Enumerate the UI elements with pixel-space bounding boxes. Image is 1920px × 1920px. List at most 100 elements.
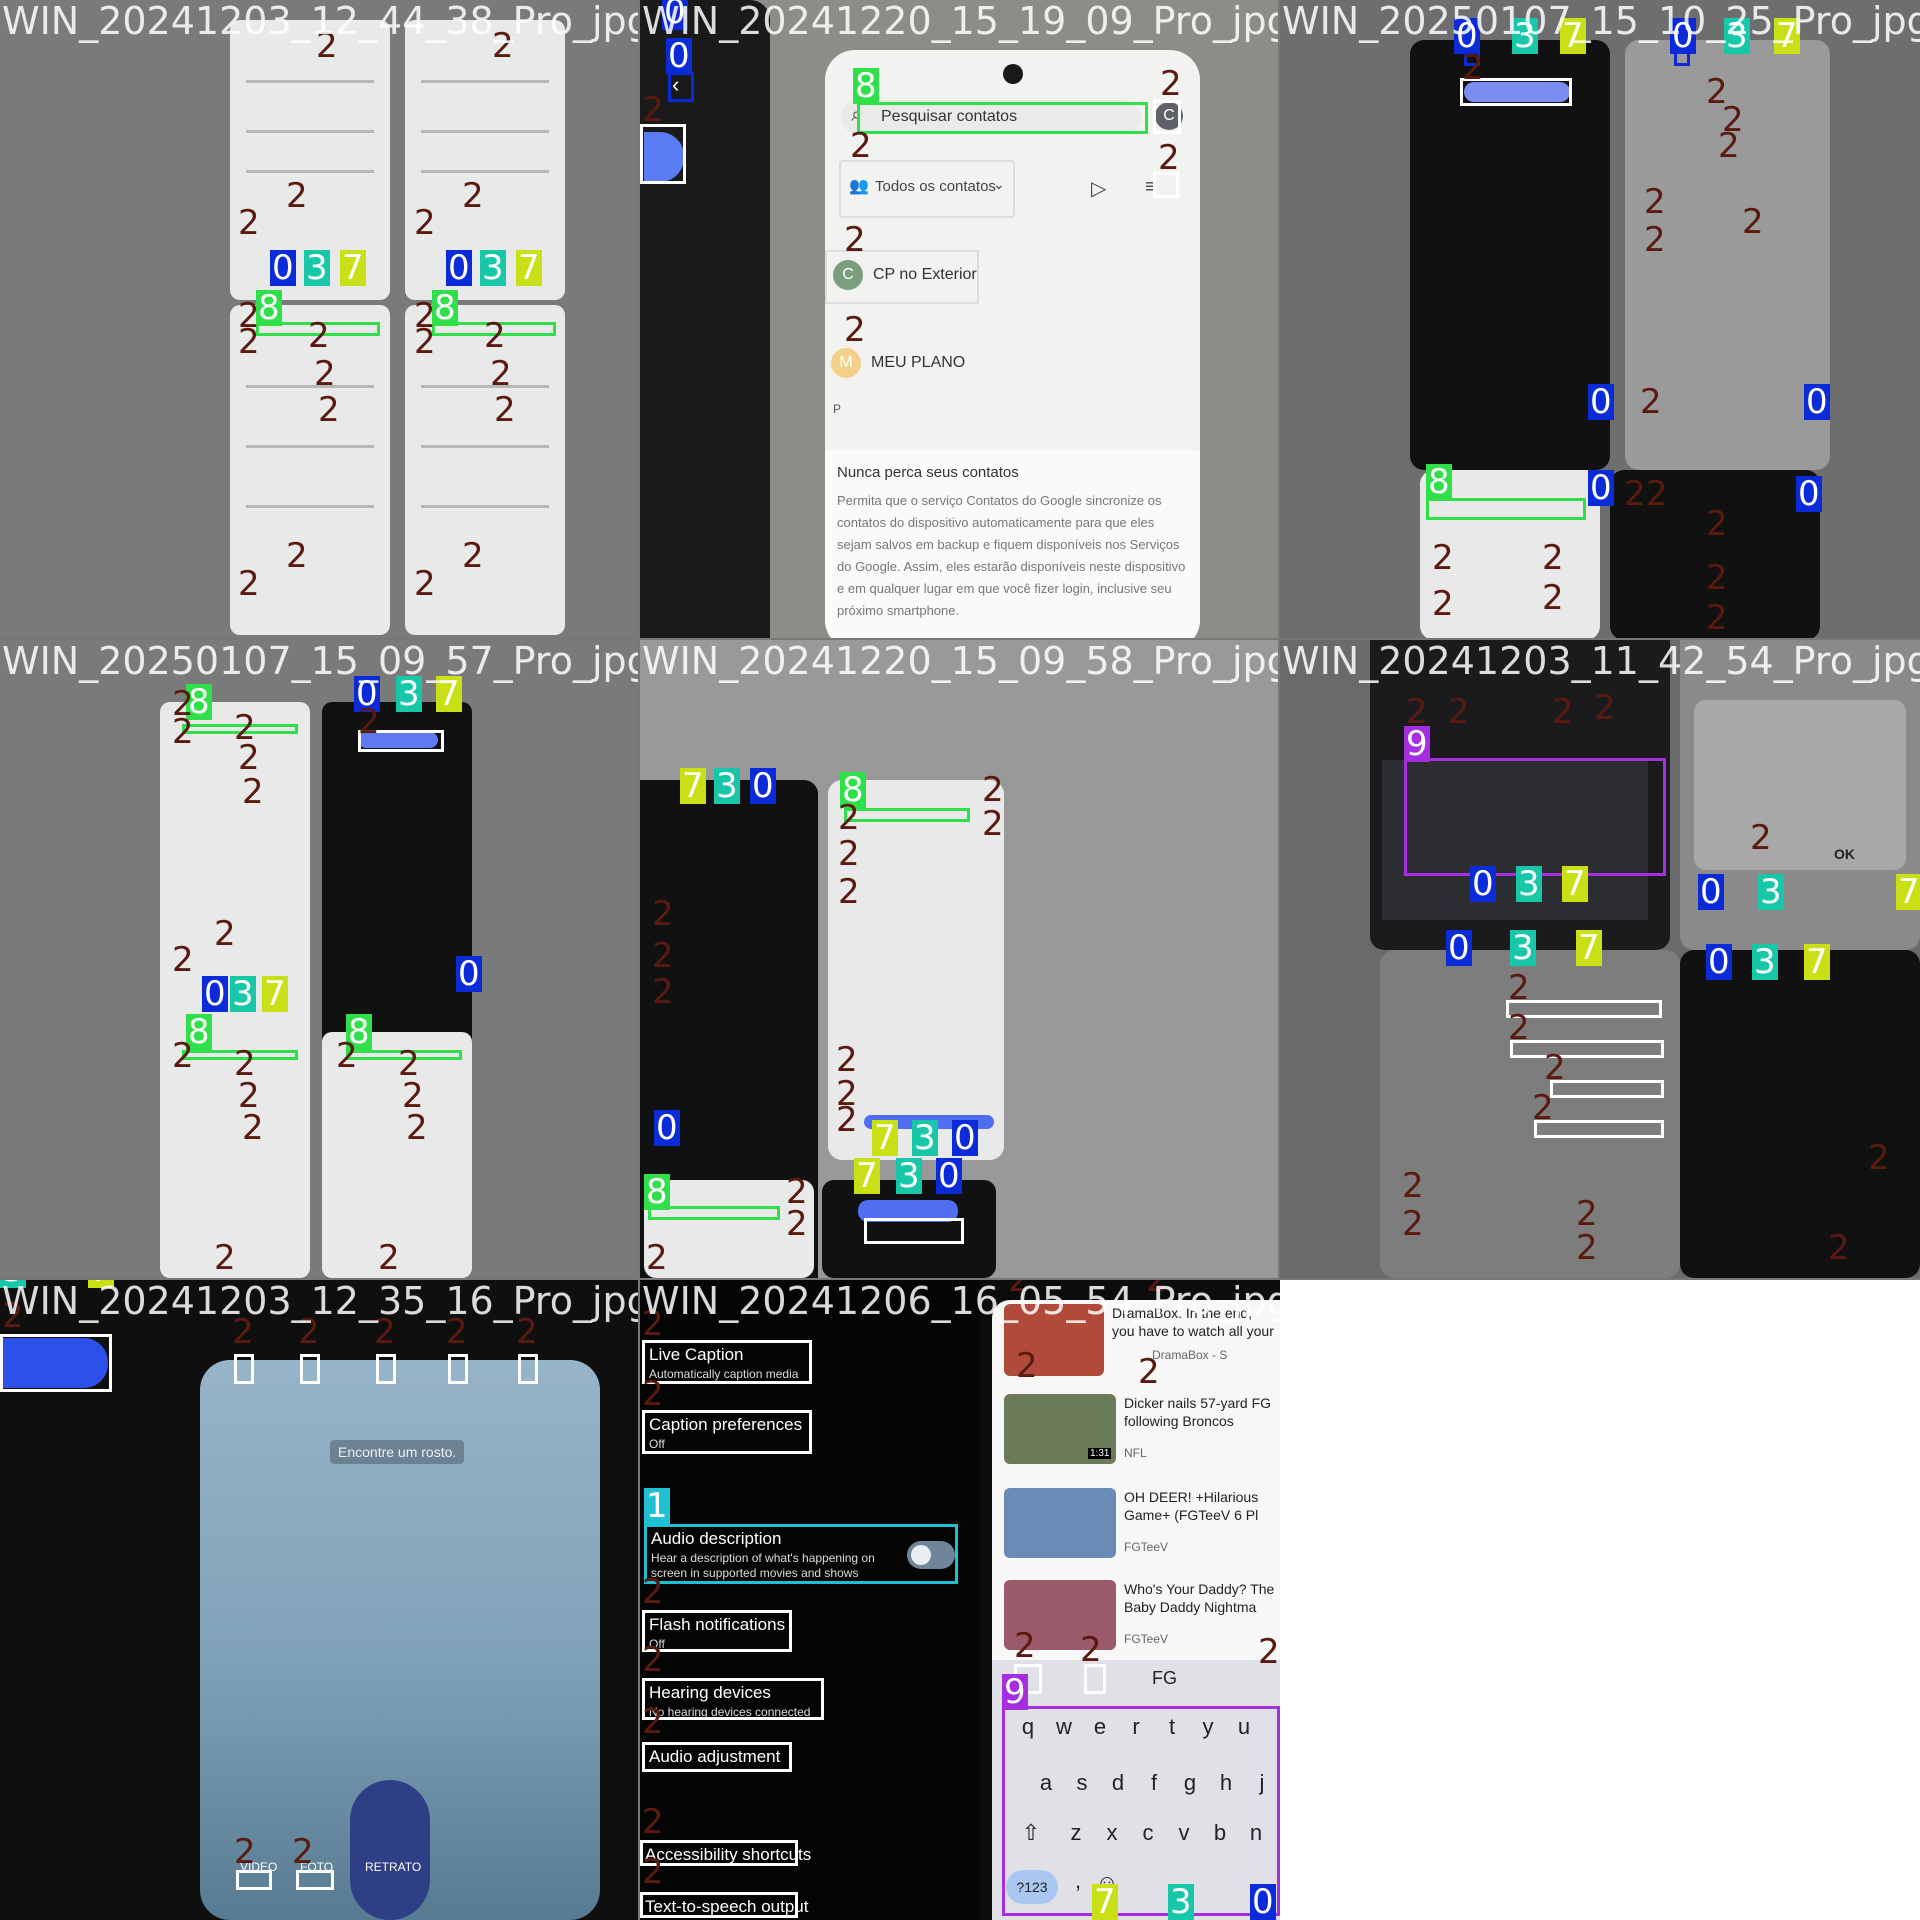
detection-box-icon — [448, 1354, 468, 1384]
tile-filename: WIN_20241220_15_09_58_Pro_jpg.rf.53a92c7… — [642, 640, 1278, 683]
list-item[interactable]: Text-to-speech output — [640, 1892, 808, 1918]
class-label-2: 2 — [1014, 1626, 1036, 1666]
audio-description-toggle[interactable] — [907, 1541, 955, 1569]
detection-box-icon — [234, 1354, 254, 1384]
key-j[interactable]: j — [1250, 1770, 1274, 1796]
class-label-2: 2 — [292, 1832, 314, 1872]
shutter-button[interactable] — [350, 1780, 430, 1920]
class-label-2: 2 — [836, 1040, 858, 1080]
class-label-2: 2 — [1644, 182, 1666, 222]
class-label-2: 2 — [642, 90, 664, 130]
mode-switch-key[interactable]: ?123 — [1006, 1870, 1058, 1904]
list-item-subtitle: No hearing devices connected — [649, 1705, 811, 1719]
camera-hint: Encontre um rosto. — [330, 1440, 465, 1464]
class-label-0: 0 — [666, 36, 692, 76]
class-label-2: 2 — [1462, 48, 1484, 88]
detection-box-icon — [518, 1354, 538, 1384]
class-label-7: 7 — [1092, 1882, 1118, 1920]
key-d[interactable]: d — [1106, 1770, 1130, 1796]
class-label-7: 7 — [1896, 872, 1920, 912]
key-comma[interactable]: , — [1068, 1868, 1088, 1894]
class-label-2: 2 — [838, 834, 860, 874]
class-label-7: 7 — [680, 766, 706, 806]
key-e[interactable]: e — [1088, 1714, 1112, 1740]
class-label-1: 1 — [644, 1486, 670, 1526]
class-label-2: 2 — [642, 1702, 664, 1742]
key-q[interactable]: q — [1016, 1714, 1040, 1740]
phone-reset-screen — [322, 702, 472, 1077]
video-title: Dicker nails 57-yard FG following Bronco… — [1124, 1395, 1272, 1429]
key-r[interactable]: r — [1124, 1714, 1148, 1740]
class-label-2: 2 — [1542, 538, 1564, 578]
key-f[interactable]: f — [1142, 1770, 1166, 1796]
class-label-2: 2 — [1508, 1008, 1530, 1048]
class-label-3: 3 — [912, 1118, 938, 1158]
class-label-2: 2 — [1718, 126, 1740, 166]
list-item-title: Caption preferences — [649, 1415, 803, 1434]
tile-filename: WIN_20241203_12_44_38_Pro_jpg.rf.55aac5c… — [2, 0, 638, 43]
class-label-2: 2 — [238, 738, 260, 778]
detection-box-search-bar — [844, 808, 970, 822]
filter-chip[interactable]: 👥 Todos os contatos ⌄ — [839, 160, 1015, 218]
section-letter: P — [833, 402, 842, 416]
class-label-2: 2 — [414, 322, 436, 362]
detection-box-search-bar — [857, 102, 1148, 134]
label-icon[interactable]: ▷ — [1091, 176, 1106, 201]
class-label-2: 2 — [1750, 818, 1772, 858]
class-label-2: 2 — [1742, 202, 1764, 242]
class-label-7: 7 — [516, 248, 542, 288]
class-label-2: 2 — [1402, 1204, 1424, 1244]
class-label-2: 2 — [1508, 968, 1530, 1008]
key-b[interactable]: b — [1208, 1820, 1232, 1846]
class-label-3: 3 — [714, 766, 740, 806]
tile-filename: WIN_20241206_16_05_54_Pro_jpg.rf.f76863a — [642, 1280, 1280, 1323]
key-v[interactable]: v — [1172, 1820, 1196, 1846]
key-g[interactable]: g — [1178, 1770, 1202, 1796]
tile-6: OK 2 2 2 2 9 0 3 7 2 0 3 7 0 3 7 0 3 7 2… — [1280, 640, 1920, 1278]
key-s[interactable]: s — [1070, 1770, 1094, 1796]
detection-box-search-bar — [1426, 498, 1586, 520]
key-h[interactable]: h — [1214, 1770, 1238, 1796]
list-item-title: Flash notifications — [649, 1615, 786, 1634]
class-label-3: 3 — [1752, 942, 1778, 982]
key-z[interactable]: z — [1064, 1820, 1088, 1846]
list-item-title: Live Caption — [649, 1345, 744, 1364]
mode-portrait[interactable]: RETRATO — [365, 1860, 421, 1874]
list-item[interactable]: Hearing devices No hearing devices conne… — [642, 1678, 824, 1720]
class-label-7: 7 — [1562, 864, 1588, 904]
list-item-title: Hearing devices — [649, 1683, 771, 1702]
class-label-2: 2 — [836, 1100, 858, 1140]
class-label-2: 2 — [1576, 1194, 1598, 1234]
detection-box-icon — [376, 1354, 396, 1384]
class-label-2: 2 — [1646, 474, 1668, 514]
list-item[interactable]: Live Caption Automatically caption media — [642, 1340, 812, 1384]
list-item[interactable]: Audio adjustment — [642, 1742, 792, 1772]
key-a[interactable]: a — [1034, 1770, 1058, 1796]
list-item-toggle[interactable]: Audio description Hear a description of … — [644, 1524, 958, 1584]
video-row[interactable]: OH DEER! +Hilarious Game+ (FGTeeV 6 Pl F… — [992, 1484, 1280, 1568]
class-label-9: 9 — [1404, 724, 1430, 764]
shift-key-icon[interactable]: ⇧ — [1016, 1820, 1046, 1846]
list-item-title: Accessibility shortcuts — [645, 1845, 812, 1864]
video-row[interactable]: 1:31 Dicker nails 57-yard FG following B… — [992, 1390, 1280, 1474]
card-body: Permita que o serviço Contatos do Google… — [837, 493, 1186, 618]
suggestion-word[interactable]: FG — [1152, 1668, 1177, 1689]
key-n[interactable]: n — [1244, 1820, 1268, 1846]
class-label-8: 8 — [644, 1172, 670, 1212]
key-w[interactable]: w — [1052, 1714, 1076, 1740]
dialog-ok-button[interactable]: OK — [1834, 846, 1855, 862]
class-label-2: 2 — [214, 1238, 236, 1278]
class-label-3: 3 — [1168, 1882, 1194, 1920]
class-label-2: 2 — [1644, 220, 1666, 260]
class-label-2: 2 — [1640, 382, 1662, 422]
key-x[interactable]: x — [1100, 1820, 1124, 1846]
list-item[interactable]: Caption preferences Off — [642, 1410, 812, 1454]
detection-box-button — [864, 1218, 964, 1244]
key-t[interactable]: t — [1160, 1714, 1184, 1740]
accessibility-list: Live Caption Automatically caption media… — [640, 1280, 980, 1920]
tile-5: 7 3 0 8 2 2 2 2 2 2 2 2 0 2 2 2 7 3 0 7 … — [640, 640, 1278, 1278]
key-y[interactable]: y — [1196, 1714, 1220, 1740]
key-c[interactable]: c — [1136, 1820, 1160, 1846]
key-u[interactable]: u — [1232, 1714, 1256, 1740]
class-label-0: 0 — [952, 1118, 978, 1158]
